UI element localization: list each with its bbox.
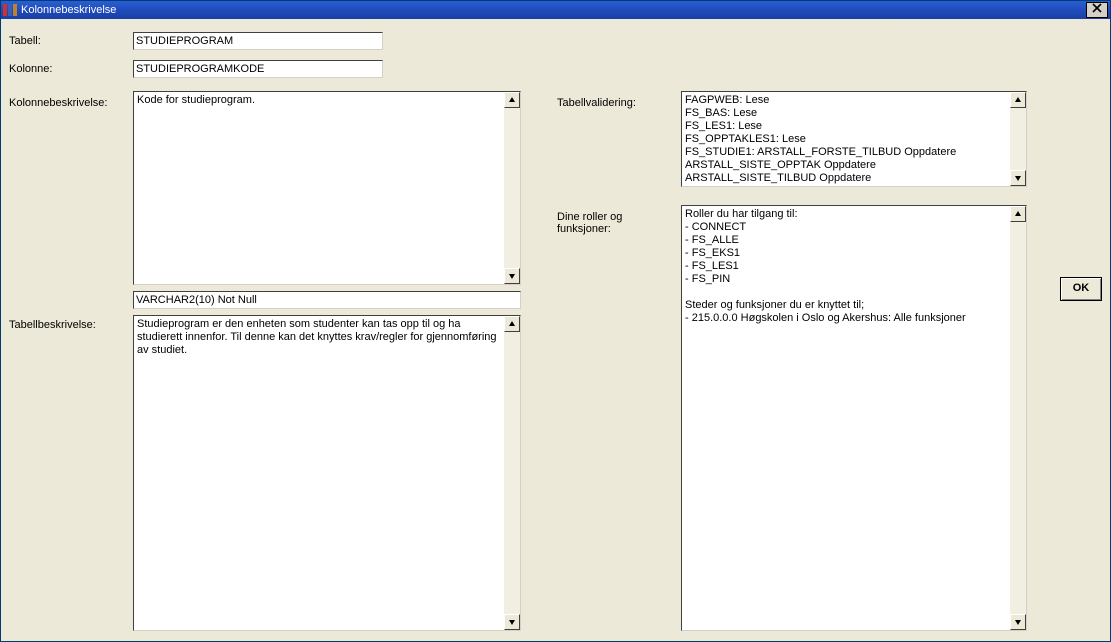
scroll-track[interactable] [504,332,520,614]
datatype-value: VARCHAR2(10) Not Null [136,294,257,306]
scrollbar[interactable] [504,316,520,630]
table-validation-text: FAGPWEB: Lese FS_BAS: Lese FS_LES1: Lese… [685,94,1008,185]
scrollbar[interactable] [504,92,520,284]
scroll-up-icon[interactable] [504,92,520,108]
client-area: Tabell: Kolonne: Kolonnebeskrivelse: Tab… [1,19,1110,641]
scroll-track[interactable] [1010,108,1026,170]
scroll-down-icon[interactable] [1010,170,1026,186]
scrollbar[interactable] [1010,206,1026,630]
scroll-up-icon[interactable] [1010,92,1026,108]
window-title: Kolonnebeskrivelse [21,1,1086,19]
scroll-track[interactable] [1010,222,1026,614]
app-icon [3,3,17,17]
table-input[interactable]: STUDIEPROGRAM [133,32,383,50]
column-description-window: Kolonnebeskrivelse Tabell: Kolonne: Kolo… [0,0,1111,642]
titlebar: Kolonnebeskrivelse [1,1,1110,19]
ok-button[interactable]: OK [1060,277,1102,301]
scroll-down-icon[interactable] [504,614,520,630]
datatype-field[interactable]: VARCHAR2(10) Not Null [133,291,521,309]
label-table-description: Tabellbeskrivelse: [9,319,96,331]
scroll-track[interactable] [504,108,520,268]
column-value: STUDIEPROGRAMKODE [136,63,264,75]
close-icon [1092,3,1102,13]
table-validation-textarea[interactable]: FAGPWEB: Lese FS_BAS: Lese FS_LES1: Lese… [681,91,1027,187]
column-input[interactable]: STUDIEPROGRAMKODE [133,60,383,78]
scrollbar[interactable] [1010,92,1026,186]
label-roles: Dine roller og funksjoner: [557,211,637,235]
close-button[interactable] [1086,2,1108,18]
label-table: Tabell: [9,35,41,47]
table-description-textarea[interactable]: Studieprogram er den enheten som student… [133,315,521,631]
roles-textarea[interactable]: Roller du har tilgang til: - CONNECT - F… [681,205,1027,631]
roles-text: Roller du har tilgang til: - CONNECT - F… [685,208,1008,325]
scroll-up-icon[interactable] [504,316,520,332]
column-description-textarea[interactable]: Kode for studieprogram. [133,91,521,285]
table-description-text: Studieprogram er den enheten som student… [137,318,502,357]
scroll-down-icon[interactable] [504,268,520,284]
column-description-text: Kode for studieprogram. [137,94,502,107]
label-table-validation: Tabellvalidering: [557,97,636,109]
label-column-description: Kolonnebeskrivelse: [9,97,107,109]
scroll-up-icon[interactable] [1010,206,1026,222]
table-value: STUDIEPROGRAM [136,35,233,47]
scroll-down-icon[interactable] [1010,614,1026,630]
label-column: Kolonne: [9,63,52,75]
